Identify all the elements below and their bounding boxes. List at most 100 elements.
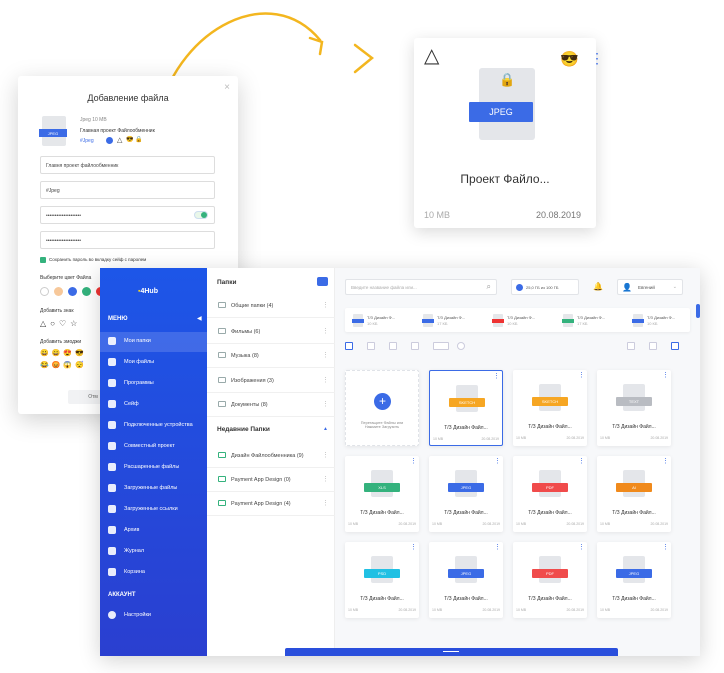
more-menu-icon[interactable]: ⋮ xyxy=(410,458,417,465)
folder-label: Фильмы (6) xyxy=(231,329,261,335)
recent-folder-row[interactable]: Payment App Design (4) ⋮ xyxy=(207,492,335,516)
more-menu-icon[interactable]: ⋮ xyxy=(494,544,501,551)
recent-folder-row[interactable]: Payment App Design (0) ⋮ xyxy=(207,468,335,492)
more-menu-icon[interactable]: ⋮ xyxy=(662,458,669,465)
collapse-icon[interactable]: ◀ xyxy=(197,315,202,322)
file-card[interactable]: PSD Т/З Дизайн Файл... 10 MB 20.08.2019 ⋮ xyxy=(345,542,419,618)
upload-icon[interactable] xyxy=(671,342,679,350)
password-toggle[interactable] xyxy=(194,211,208,219)
color-swatch-green[interactable] xyxy=(82,287,91,296)
folder-row[interactable]: Изображения (3) ⋮ xyxy=(207,369,335,393)
grid-view-icon[interactable] xyxy=(345,342,353,350)
nav-item-file[interactable]: Мои файлы xyxy=(100,353,207,373)
nav-item-settings[interactable]: Настройки xyxy=(100,606,207,626)
more-icon[interactable]: ⋮ xyxy=(322,301,329,309)
password-field[interactable]: •••••••••••••••••••• xyxy=(40,206,215,224)
add-folder-icon[interactable] xyxy=(317,277,328,286)
user-menu[interactable]: 👤 Евгений ⌄ xyxy=(617,279,683,295)
columns-view-icon[interactable] xyxy=(411,342,419,350)
nav-item-label: Загруженные ссылки xyxy=(124,506,178,512)
nav-item-download[interactable]: Загруженные файлы xyxy=(100,479,207,499)
more-icon[interactable]: ⋮ xyxy=(322,327,329,335)
recent-file[interactable]: Т/З Дизайн Ф... 10 КБ xyxy=(352,313,415,331)
filter-icon[interactable] xyxy=(457,342,465,350)
close-icon[interactable]: × xyxy=(224,82,230,93)
more-icon[interactable]: ⋮ xyxy=(322,451,329,459)
nav-item-rocket[interactable]: Программы xyxy=(100,374,207,394)
heart-icon[interactable]: ♡ xyxy=(59,319,70,328)
file-size: 10 MB xyxy=(432,608,443,612)
file-card[interactable]: SKETCH Т/З Дизайн Файл... 10 MB 20.08.2019 ⋮ xyxy=(513,370,587,446)
nav-item-folder[interactable]: Мои папки xyxy=(100,332,207,352)
emoji-row[interactable]: 😂😡😱😴 xyxy=(40,360,87,372)
big-file-card[interactable]: △ 😎 ⋮ 🔒 JPEG Проект Файло... 10 MB 20.08… xyxy=(414,38,604,228)
star-icon[interactable]: ☆ xyxy=(70,319,81,328)
file-card[interactable]: XLS Т/З Дизайн Файл... 10 MB 20.08.2019 ⋮ xyxy=(345,456,419,532)
recent-file[interactable]: Т/З Дизайн Ф... 10 КБ xyxy=(632,313,695,331)
color-swatch-white[interactable] xyxy=(40,287,49,296)
list-view-icon[interactable] xyxy=(367,342,375,350)
nav-item-people[interactable]: Совместный проект xyxy=(100,437,207,457)
bottom-bar[interactable] xyxy=(285,648,618,656)
more-icon[interactable]: ⋮ xyxy=(322,400,329,408)
more-icon[interactable]: ⋮ xyxy=(322,499,329,507)
file-card[interactable]: SKETCH Т/З Дизайн Файл... 10 MB 20.08.2019 ⋮ xyxy=(429,370,503,446)
file-card[interactable]: JPEG Т/З Дизайн Файл... 10 MB 20.08.2019 ⋮ xyxy=(597,542,671,618)
recent-folder-row[interactable]: Дизайн Файлообменника (9) ⋮ xyxy=(207,444,335,468)
delete-icon[interactable] xyxy=(649,342,657,350)
file-card[interactable]: PDF Т/З Дизайн Файл... 10 MB 20.08.2019 ⋮ xyxy=(513,456,587,532)
more-menu-icon[interactable]: ⋮ xyxy=(662,544,669,551)
file-card[interactable]: TEXT Т/З Дизайн Файл... 10 MB 20.08.2019 ⋮ xyxy=(597,370,671,446)
nav-item-safe[interactable]: Сейф xyxy=(100,395,207,415)
nav-item-device[interactable]: Подключенные устройства xyxy=(100,416,207,436)
storage-widget[interactable]: 25,0 ГБ из 100 ГБ xyxy=(511,279,579,295)
folder-row[interactable]: Музыка (8) ⋮ xyxy=(207,344,335,368)
nav-item-share[interactable]: Расшаренные файлы xyxy=(100,458,207,478)
nav-item-link[interactable]: Загруженные ссылки xyxy=(100,500,207,520)
more-menu-icon[interactable]: ⋮ xyxy=(494,458,501,465)
more-menu-icon[interactable]: ⋮ xyxy=(578,372,585,379)
password-confirm-field[interactable]: •••••••••••••••••••• xyxy=(40,231,215,249)
search-input[interactable]: Введите название файла или... ⌕ xyxy=(345,279,497,295)
folder-row[interactable]: Общие папки (4) ⋮ xyxy=(207,294,335,318)
file-date: 20.08.2019 xyxy=(650,522,668,526)
more-menu-icon[interactable]: ⋮ xyxy=(493,373,500,380)
folder-row[interactable]: Документы (8) ⋮ xyxy=(207,393,335,417)
nav-item-archive[interactable]: Архив xyxy=(100,521,207,541)
recent-file[interactable]: Т/З Дизайн Ф... 17 КБ xyxy=(422,313,485,331)
triangle-icon[interactable]: △ xyxy=(40,319,50,328)
recent-file[interactable]: Т/З Дизайн Ф... 10 КБ xyxy=(492,313,555,331)
tile-view-icon[interactable] xyxy=(389,342,397,350)
folder-row[interactable]: Фильмы (6) ⋮ xyxy=(207,320,335,344)
file-card[interactable]: PDF Т/З Дизайн Файл... 10 MB 20.08.2019 ⋮ xyxy=(513,542,587,618)
file-date: 20.08.2019 xyxy=(650,608,668,612)
circle-icon[interactable]: ○ xyxy=(50,319,59,328)
more-menu-icon[interactable]: ⋮ xyxy=(410,544,417,551)
nav-item-trash[interactable]: Корзина xyxy=(100,563,207,583)
more-icon[interactable]: ⋮ xyxy=(322,351,329,359)
more-menu-icon[interactable]: ⋮ xyxy=(578,458,585,465)
emoji-row[interactable]: 😀😄😍😎 xyxy=(40,348,87,360)
scrollbar[interactable] xyxy=(696,304,700,318)
file-card[interactable]: AI Т/З Дизайн Файл... 10 MB 20.08.2019 ⋮ xyxy=(597,456,671,532)
name-field[interactable]: Главня проект файлообменник xyxy=(40,156,215,174)
color-swatch-blue[interactable] xyxy=(68,287,77,296)
recent-file[interactable]: Т/З Дизайн Ф... 17 КБ xyxy=(562,313,625,331)
save-password-checkbox[interactable] xyxy=(40,257,46,263)
nav-item-clock[interactable]: Журнал xyxy=(100,542,207,562)
upload-tile[interactable]: + Перетащите Файлы или Нажмите Загрузить xyxy=(345,370,419,446)
color-swatch-peach[interactable] xyxy=(54,287,63,296)
file-card[interactable]: JPEG Т/З Дизайн Файл... 10 MB 20.08.2019 ⋮ xyxy=(429,456,503,532)
notification-icon[interactable]: 🔔 xyxy=(593,282,603,291)
more-menu-icon[interactable]: ⋮ xyxy=(578,544,585,551)
more-icon[interactable]: ⋮ xyxy=(322,475,329,483)
tag-field[interactable]: #Jpeg xyxy=(40,181,215,199)
file-card[interactable]: JPEG Т/З Дизайн Файл... 10 MB 20.08.2019 ⋮ xyxy=(429,542,503,618)
share-icon[interactable] xyxy=(627,342,635,350)
user-name: Евгений xyxy=(638,285,655,290)
collapse-recent-icon[interactable]: ▲ xyxy=(323,426,328,432)
more-menu-icon[interactable]: ⋮ xyxy=(590,50,604,67)
more-icon[interactable]: ⋮ xyxy=(322,376,329,384)
sort-dropdown[interactable] xyxy=(433,342,449,350)
more-menu-icon[interactable]: ⋮ xyxy=(662,372,669,379)
